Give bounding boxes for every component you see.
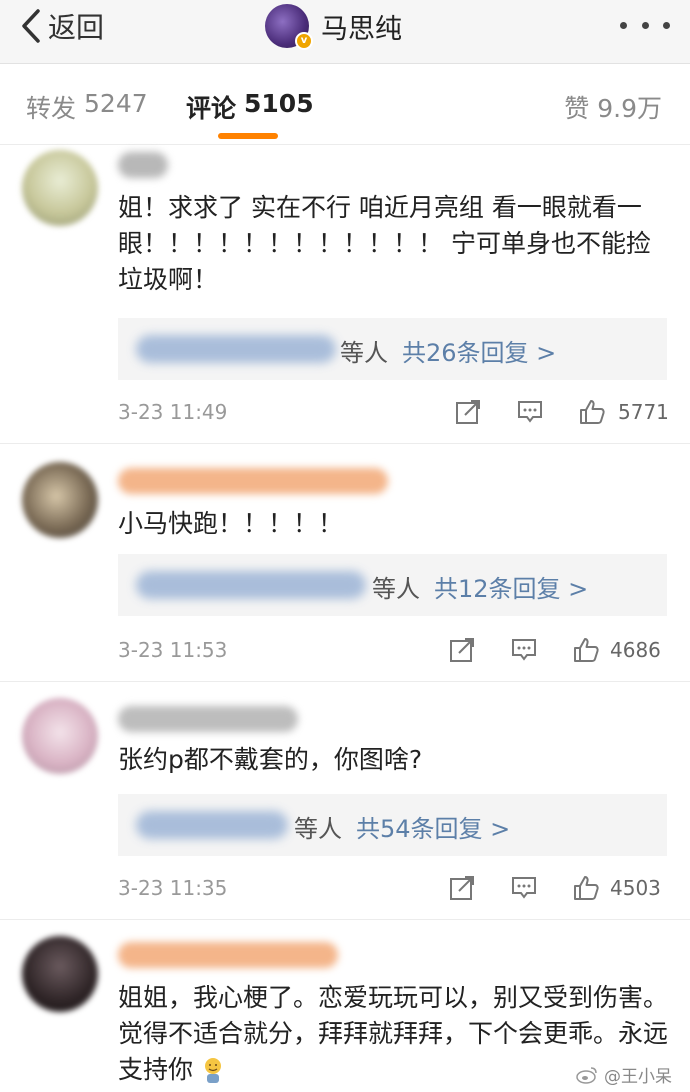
view-replies-link[interactable]: 共12条回复 > bbox=[434, 569, 588, 604]
more-dots-icon bbox=[620, 21, 627, 29]
verified-badge: v bbox=[295, 32, 313, 50]
comment-meta: 3-23 11:49 5771 bbox=[118, 398, 669, 428]
comment-text: 小马快跑！！！！！ bbox=[118, 509, 344, 538]
like-thumb-icon[interactable] bbox=[572, 636, 600, 664]
watermark: @王小呆 bbox=[576, 1062, 672, 1087]
watermark-text: @王小呆 bbox=[604, 1067, 672, 1087]
reply-preview[interactable]: 等人 共54条回复 > bbox=[118, 794, 667, 856]
tab-label: 评论 bbox=[186, 94, 237, 123]
avatar[interactable] bbox=[22, 698, 98, 774]
comment-meta: 3-23 11:35 4503 bbox=[118, 874, 668, 904]
comment-text: 张约p都不戴套的，你图啥? bbox=[118, 745, 423, 774]
view-replies-link[interactable]: 共26条回复 > bbox=[402, 333, 556, 368]
reply-preview[interactable]: 等人 共26条回复 > bbox=[118, 318, 667, 380]
tab-count: 9.9万 bbox=[597, 94, 662, 123]
tab-comments[interactable]: 评论 5105 bbox=[186, 89, 314, 125]
comment-item: 张约p都不戴套的，你图啥? 等人 共54条回复 > 3-23 11:35 450… bbox=[0, 682, 690, 920]
avatar[interactable] bbox=[22, 150, 98, 226]
username[interactable] bbox=[118, 942, 338, 968]
reply-usernames[interactable] bbox=[136, 571, 366, 599]
comment-icon[interactable] bbox=[516, 398, 544, 426]
reply-others-label: 等人 bbox=[340, 339, 388, 367]
timestamp: 3-23 11:53 bbox=[118, 638, 228, 662]
comment-icon[interactable] bbox=[510, 874, 538, 902]
more-dots-icon bbox=[641, 21, 649, 29]
tab-bar: 转发 5247 评论 5105 赞 9.9万 bbox=[0, 65, 690, 145]
comment-item: 姐！求求了 实在不行 咱近月亮组 看一眼就看一眼！！！！！！！！！！！！ 宁可单… bbox=[0, 146, 690, 444]
timestamp: 3-23 11:35 bbox=[118, 876, 228, 900]
avatar[interactable] bbox=[22, 462, 98, 538]
comment-icon[interactable] bbox=[510, 636, 538, 664]
username[interactable] bbox=[118, 706, 298, 732]
reply-preview[interactable]: 等人 共12条回复 > bbox=[118, 554, 667, 616]
tab-repost[interactable]: 转发 5247 bbox=[26, 89, 148, 125]
reply-others-label: 等人 bbox=[372, 575, 420, 603]
like-count: 5771 bbox=[618, 400, 669, 424]
emoji-icon bbox=[204, 1058, 221, 1083]
comment-item: 小马快跑！！！！！ 等人 共12条回复 > 3-23 11:53 4686 bbox=[0, 444, 690, 682]
tab-label: 转发 bbox=[26, 94, 77, 123]
repost-icon[interactable] bbox=[448, 874, 476, 902]
timestamp: 3-23 11:49 bbox=[118, 400, 228, 424]
like-count: 4686 bbox=[610, 638, 661, 662]
weibo-logo-icon bbox=[576, 1066, 597, 1084]
avatar[interactable]: v bbox=[265, 4, 313, 50]
reply-usernames[interactable] bbox=[136, 335, 336, 363]
back-label: 返回 bbox=[48, 11, 105, 44]
like-thumb-icon[interactable] bbox=[578, 398, 606, 426]
comment-meta: 3-23 11:53 4686 bbox=[118, 636, 668, 666]
like-thumb-icon[interactable] bbox=[572, 874, 600, 902]
reply-others-label: 等人 bbox=[294, 815, 342, 843]
more-dots-icon bbox=[663, 21, 670, 29]
username[interactable] bbox=[118, 152, 168, 178]
repost-icon[interactable] bbox=[454, 398, 482, 426]
username[interactable] bbox=[118, 468, 388, 494]
like-count: 4503 bbox=[610, 876, 661, 900]
comment-text: 姐！求求了 实在不行 咱近月亮组 看一眼就看一眼！！！！！！！！！！！！ 宁可单… bbox=[118, 193, 651, 294]
tab-count: 5247 bbox=[84, 89, 148, 118]
tab-count: 5105 bbox=[244, 89, 314, 118]
more-options-button[interactable] bbox=[620, 10, 670, 40]
top-navbar: 返回 v 马思纯 bbox=[0, 0, 690, 64]
tab-label: 赞 bbox=[564, 94, 590, 123]
tab-likes[interactable]: 赞 9.9万 bbox=[564, 89, 662, 125]
page-title: 马思纯 bbox=[321, 13, 402, 45]
reply-usernames[interactable] bbox=[136, 811, 288, 839]
profile-header[interactable]: v 马思纯 bbox=[265, 4, 402, 50]
avatar[interactable] bbox=[22, 936, 98, 1012]
back-button[interactable]: 返回 bbox=[20, 6, 104, 46]
back-chevron-icon bbox=[22, 9, 40, 43]
view-replies-link[interactable]: 共54条回复 > bbox=[356, 809, 510, 844]
repost-icon[interactable] bbox=[448, 636, 476, 664]
active-tab-indicator bbox=[218, 133, 278, 139]
